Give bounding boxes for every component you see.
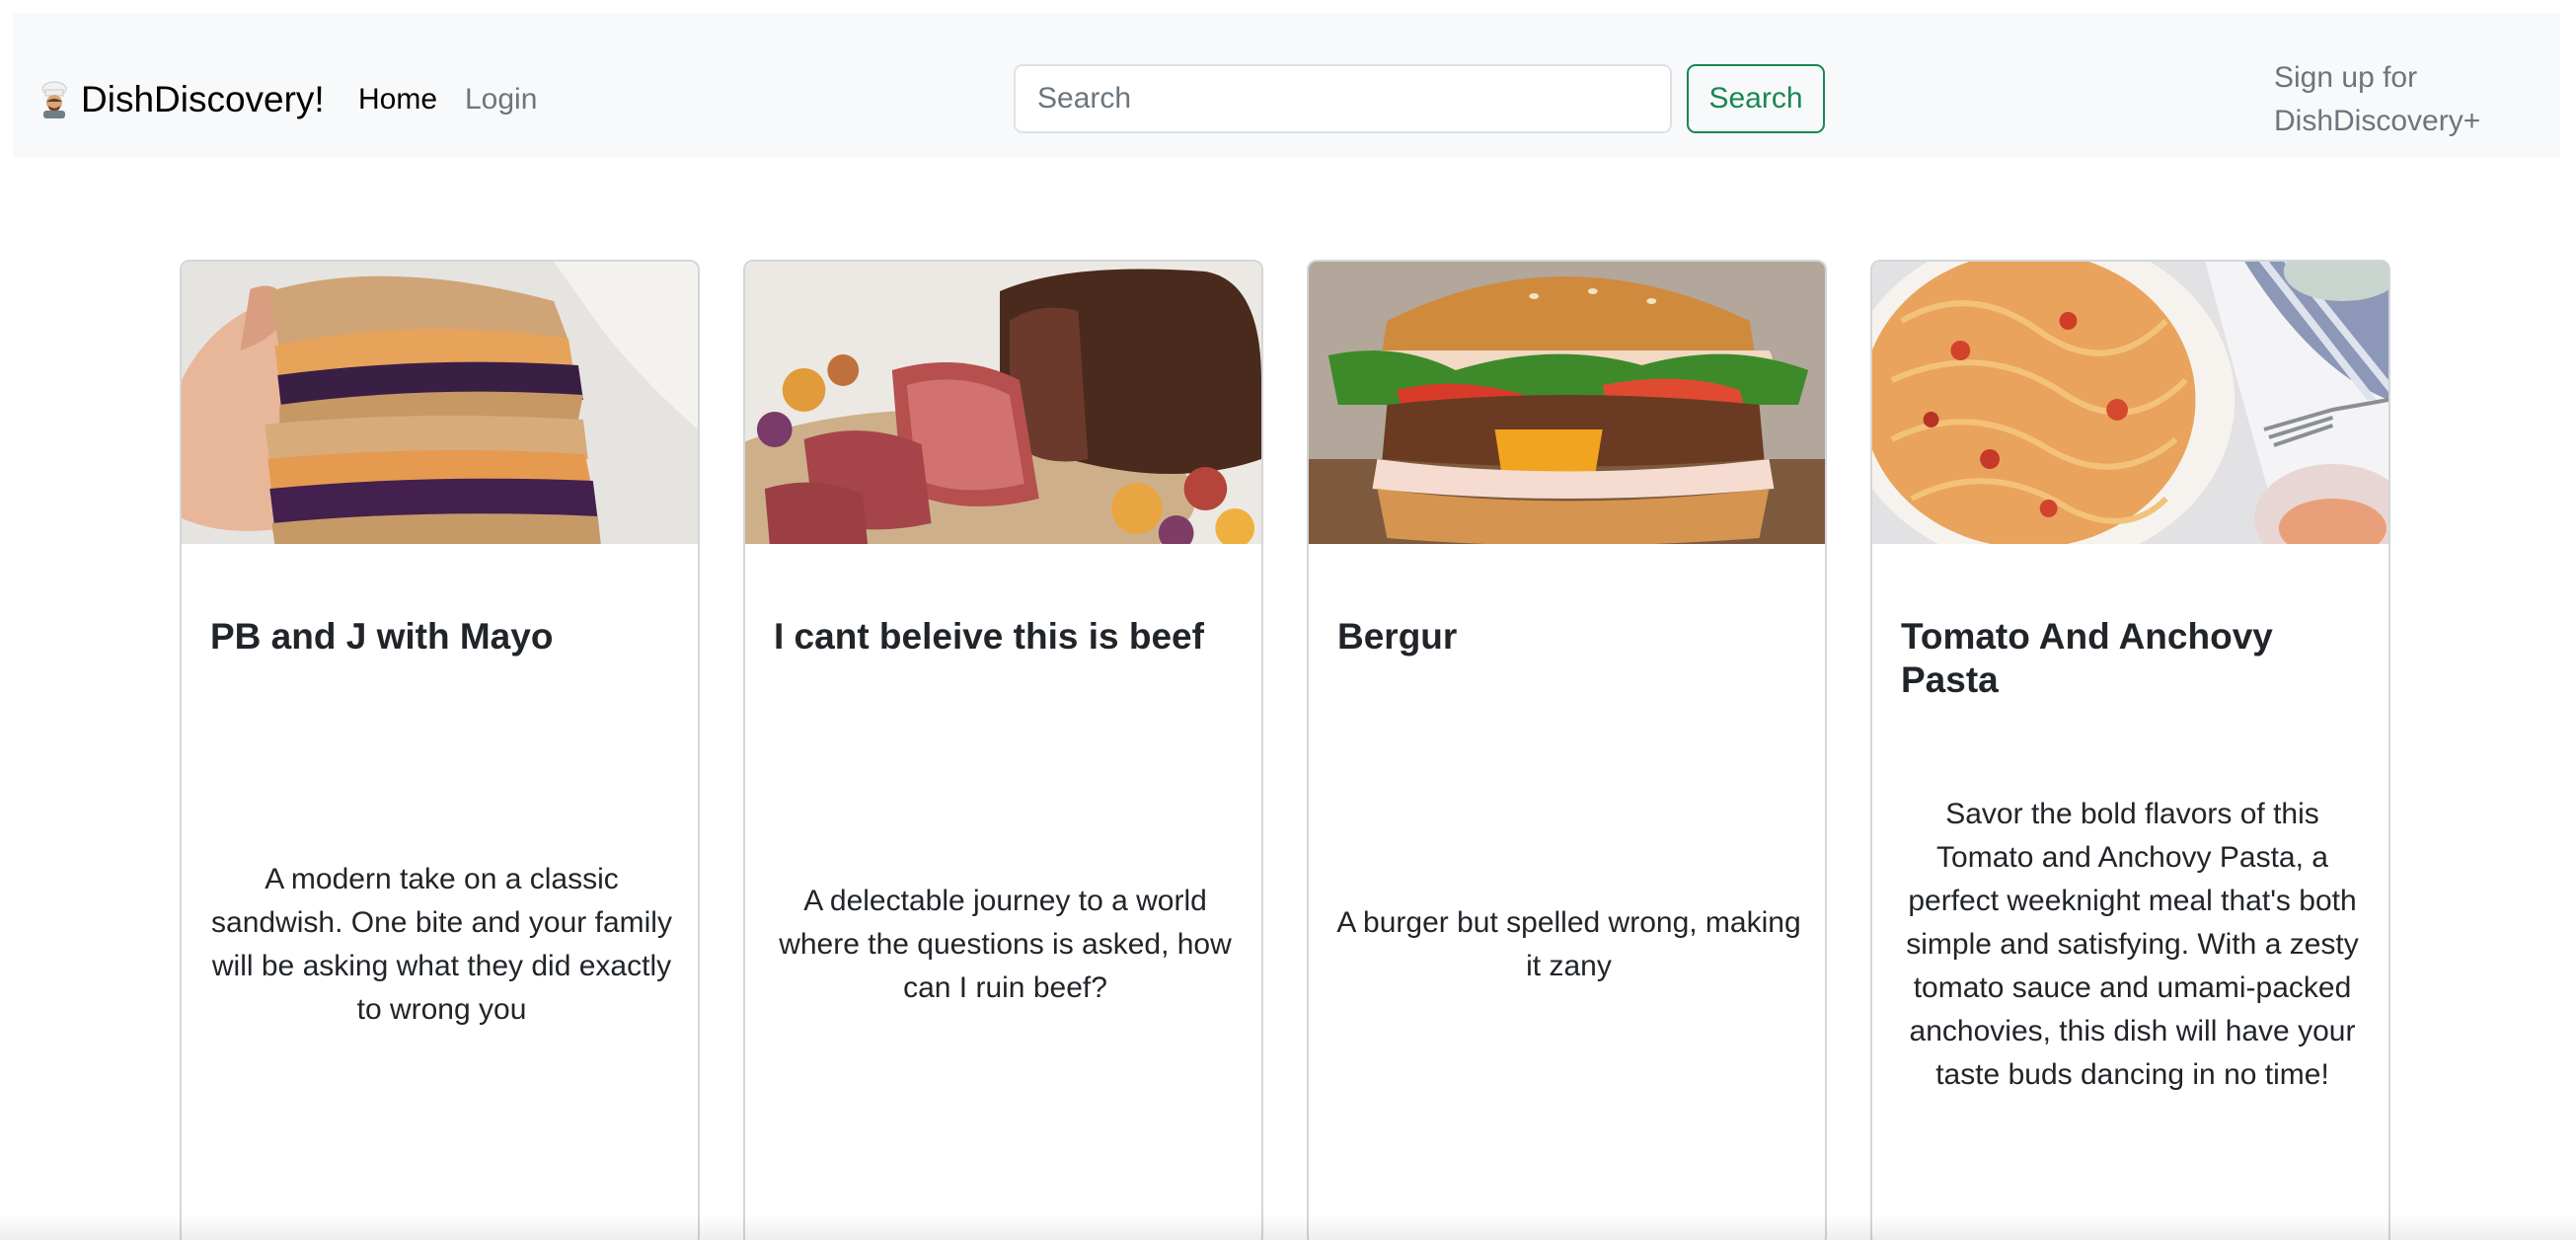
- recipe-title[interactable]: I cant beleive this is beef: [774, 615, 1238, 659]
- recipe-image-beef[interactable]: [745, 262, 1261, 544]
- recipe-description: A burger but spelled wrong, making it za…: [1336, 906, 1801, 982]
- recipe-title[interactable]: Tomato And Anchovy Pasta: [1901, 615, 2365, 703]
- recipe-image-burger[interactable]: [1309, 262, 1825, 544]
- recipe-image-pbj[interactable]: [182, 262, 698, 544]
- search-button[interactable]: Search: [1687, 64, 1825, 133]
- roast-beef-photo: [745, 262, 1261, 544]
- brand-name: DishDiscovery!: [81, 79, 325, 119]
- nav-login-link[interactable]: Login: [465, 60, 537, 139]
- recipe-title[interactable]: Bergur: [1337, 615, 1801, 659]
- bottom-shadow: [0, 1214, 2576, 1240]
- search-input[interactable]: [1014, 64, 1672, 133]
- top-navbar: DishDiscovery! Home Login Search Sign up…: [13, 13, 2560, 158]
- sandwich-photo: [182, 262, 698, 544]
- recipe-card[interactable]: PB and J with Mayo A modern take on a cl…: [180, 260, 700, 1240]
- pasta-photo: [1872, 262, 2388, 544]
- burger-photo: [1309, 262, 1825, 544]
- recipe-card[interactable]: I cant beleive this is beef A delectable…: [743, 260, 1263, 1240]
- recipe-description: A modern take on a classic sandwish. One…: [211, 863, 672, 1026]
- recipe-image-pasta[interactable]: [1872, 262, 2388, 544]
- signup-plus-link[interactable]: Sign up for DishDiscovery+: [2274, 56, 2531, 143]
- recipe-title[interactable]: PB and J with Mayo: [210, 615, 674, 659]
- recipe-card[interactable]: Bergur A burger but spelled wrong, makin…: [1307, 260, 1827, 1240]
- recipe-card[interactable]: Tomato And Anchovy Pasta Savor the bold …: [1870, 260, 2390, 1240]
- recipe-description: A delectable journey to a world where th…: [779, 885, 1232, 1004]
- recipe-description: Savor the bold flavors of this Tomato an…: [1906, 798, 2359, 1091]
- brand-link[interactable]: DishDiscovery!: [38, 60, 325, 139]
- chef-icon: [41, 81, 67, 118]
- nav-home-link[interactable]: Home: [358, 60, 437, 139]
